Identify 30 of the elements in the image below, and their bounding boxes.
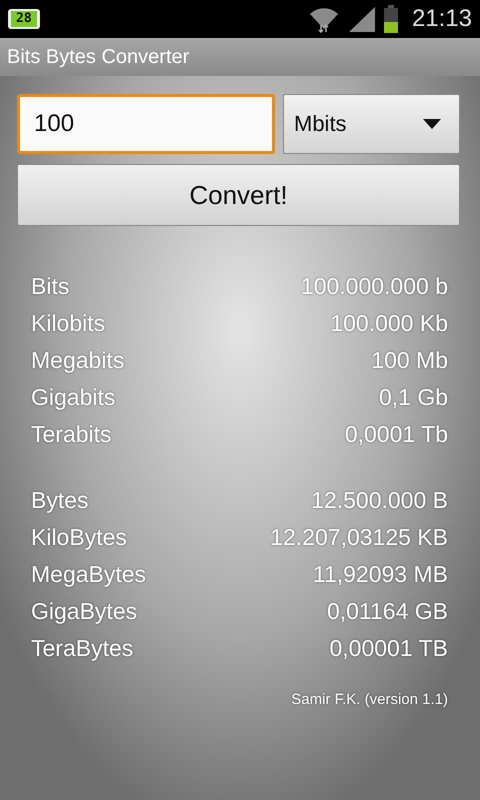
unit-value: 12.500.000 B [311,487,448,514]
battery-badge: 28 [8,9,40,29]
unit-label: TeraBytes [31,635,134,662]
unit-label: Bytes [31,487,89,514]
clock: 21:13 [412,5,472,33]
unit-label: KiloBytes [31,524,127,551]
unit-value: 11,92093 MB [312,561,448,588]
unit-label: MegaBytes [31,561,146,588]
battery-icon [384,5,398,33]
convert-button[interactable]: Convert! [17,164,460,226]
unit-label: Kilobits [31,310,106,337]
unit-label: Gigabits [31,384,116,411]
unit-value: 100.000 Kb [330,310,448,337]
unit-label: Bits [31,273,70,300]
unit-value: 0,0001 Tb [344,421,448,448]
unit-value: 100 Mb [371,347,448,374]
unit-dropdown[interactable]: Mbits [283,94,460,154]
unit-value: 0,01164 GB [326,598,448,625]
caret-icon [423,119,441,129]
unit-value: 12.207,03125 KB [270,524,448,551]
unit-value: 100.000.000 b [300,273,448,300]
footer-credit: Samir F.K. (version 1.1) [291,691,448,708]
unit-label: GigaBytes [31,598,138,625]
unit-value: 0,00001 TB [329,635,448,662]
signal-icon [348,6,376,32]
window-title: Bits Bytes Converter [7,46,190,68]
unit-label: Terabits [31,421,112,448]
unit-label: Megabits [31,347,124,374]
unit-value: 0,1 Gb [378,384,448,411]
number-field[interactable]: 100 [17,94,275,154]
